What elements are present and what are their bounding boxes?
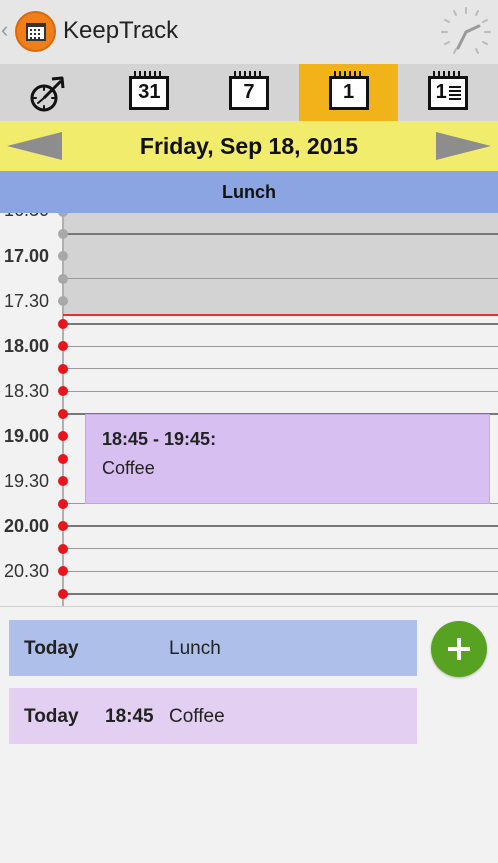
time-label: 18.00	[4, 336, 50, 356]
add-event-button[interactable]	[431, 621, 487, 677]
date-bar: Friday, Sep 18, 2015	[0, 121, 498, 171]
event-time: 18:45 - 19:45:	[102, 429, 217, 449]
time-label: 19.30	[4, 471, 50, 491]
event-title: Coffee	[102, 458, 155, 478]
timeline-dot	[58, 319, 68, 329]
all-day-event[interactable]: Lunch	[0, 171, 498, 213]
timeline-dot	[58, 251, 68, 261]
week-calendar-icon: 7	[228, 70, 269, 110]
grid-line	[63, 548, 498, 549]
timeline-dot	[58, 409, 68, 419]
timeline-dot	[58, 454, 68, 464]
calendar-icon[interactable]	[15, 11, 56, 52]
timeline-dot	[58, 589, 68, 599]
time-label: 20.30	[4, 561, 50, 581]
time-label: 18.30	[4, 381, 50, 401]
now-button[interactable]	[0, 64, 100, 121]
time-label: 20.00	[4, 516, 50, 536]
agenda-time: 18:45	[105, 706, 154, 727]
day-view-button[interactable]: 1	[298, 64, 399, 121]
clock-arrow-icon	[30, 76, 65, 111]
agenda-item[interactable]: Today Lunch	[9, 620, 417, 676]
timeline-dot	[58, 544, 68, 554]
analog-clock-icon[interactable]	[438, 4, 494, 60]
grid-line	[63, 233, 498, 235]
timeline-dot	[58, 431, 68, 441]
grid-line	[63, 571, 498, 572]
agenda-item[interactable]: Today 18:45 Coffee	[9, 688, 417, 744]
app-title: KeepTrack	[63, 17, 179, 44]
timeline-dot	[58, 341, 68, 351]
agenda-calendar-icon: 1	[428, 70, 469, 110]
timeline-dot	[58, 386, 68, 396]
time-label: 17.00	[4, 246, 50, 266]
grid-line	[63, 593, 498, 595]
timeline-dot	[58, 296, 68, 306]
month-view-button[interactable]: 31	[100, 64, 200, 121]
current-date[interactable]: Friday, Sep 18, 2015	[0, 133, 498, 160]
grid-line	[63, 323, 498, 325]
current-time-line	[63, 314, 498, 316]
timeline-dot	[58, 566, 68, 576]
grid-line	[63, 278, 498, 279]
grid-line	[63, 391, 498, 392]
timeline-dot	[58, 364, 68, 374]
grid-line	[63, 368, 498, 369]
divider	[0, 606, 498, 607]
agenda-day: Today	[24, 706, 79, 727]
day-calendar-icon: 1	[328, 70, 369, 110]
timeline-dot	[58, 229, 68, 239]
time-label: 19.00	[4, 426, 50, 446]
grid-line	[63, 525, 498, 527]
time-label: 17.30	[4, 291, 50, 311]
month-calendar-icon: 31	[129, 70, 170, 110]
agenda-title: Coffee	[169, 706, 225, 727]
timeline-dot	[58, 274, 68, 284]
time-label: 16.30	[4, 213, 49, 221]
past-time-area	[63, 213, 498, 315]
chevron-left-icon[interactable]: ‹	[1, 18, 8, 42]
action-bar: ‹ KeepTrack	[0, 0, 498, 64]
day-timeline[interactable]: 16.30 17.00 17.30 18.00 18.30 19.00 19.3…	[0, 213, 498, 606]
view-toolbar: 31 7 1 1	[0, 64, 498, 121]
timeline-dot	[58, 521, 68, 531]
timeline-dot	[58, 499, 68, 509]
timeline-event[interactable]: 18:45 - 19:45: Coffee	[85, 414, 490, 504]
agenda-day: Today	[24, 638, 79, 659]
week-view-button[interactable]: 7	[199, 64, 299, 121]
timeline-dot	[58, 476, 68, 486]
agenda-title: Lunch	[169, 638, 221, 659]
agenda-view-button[interactable]: 1	[398, 64, 498, 121]
grid-line	[63, 346, 498, 347]
next-day-arrow-icon[interactable]	[436, 132, 491, 160]
